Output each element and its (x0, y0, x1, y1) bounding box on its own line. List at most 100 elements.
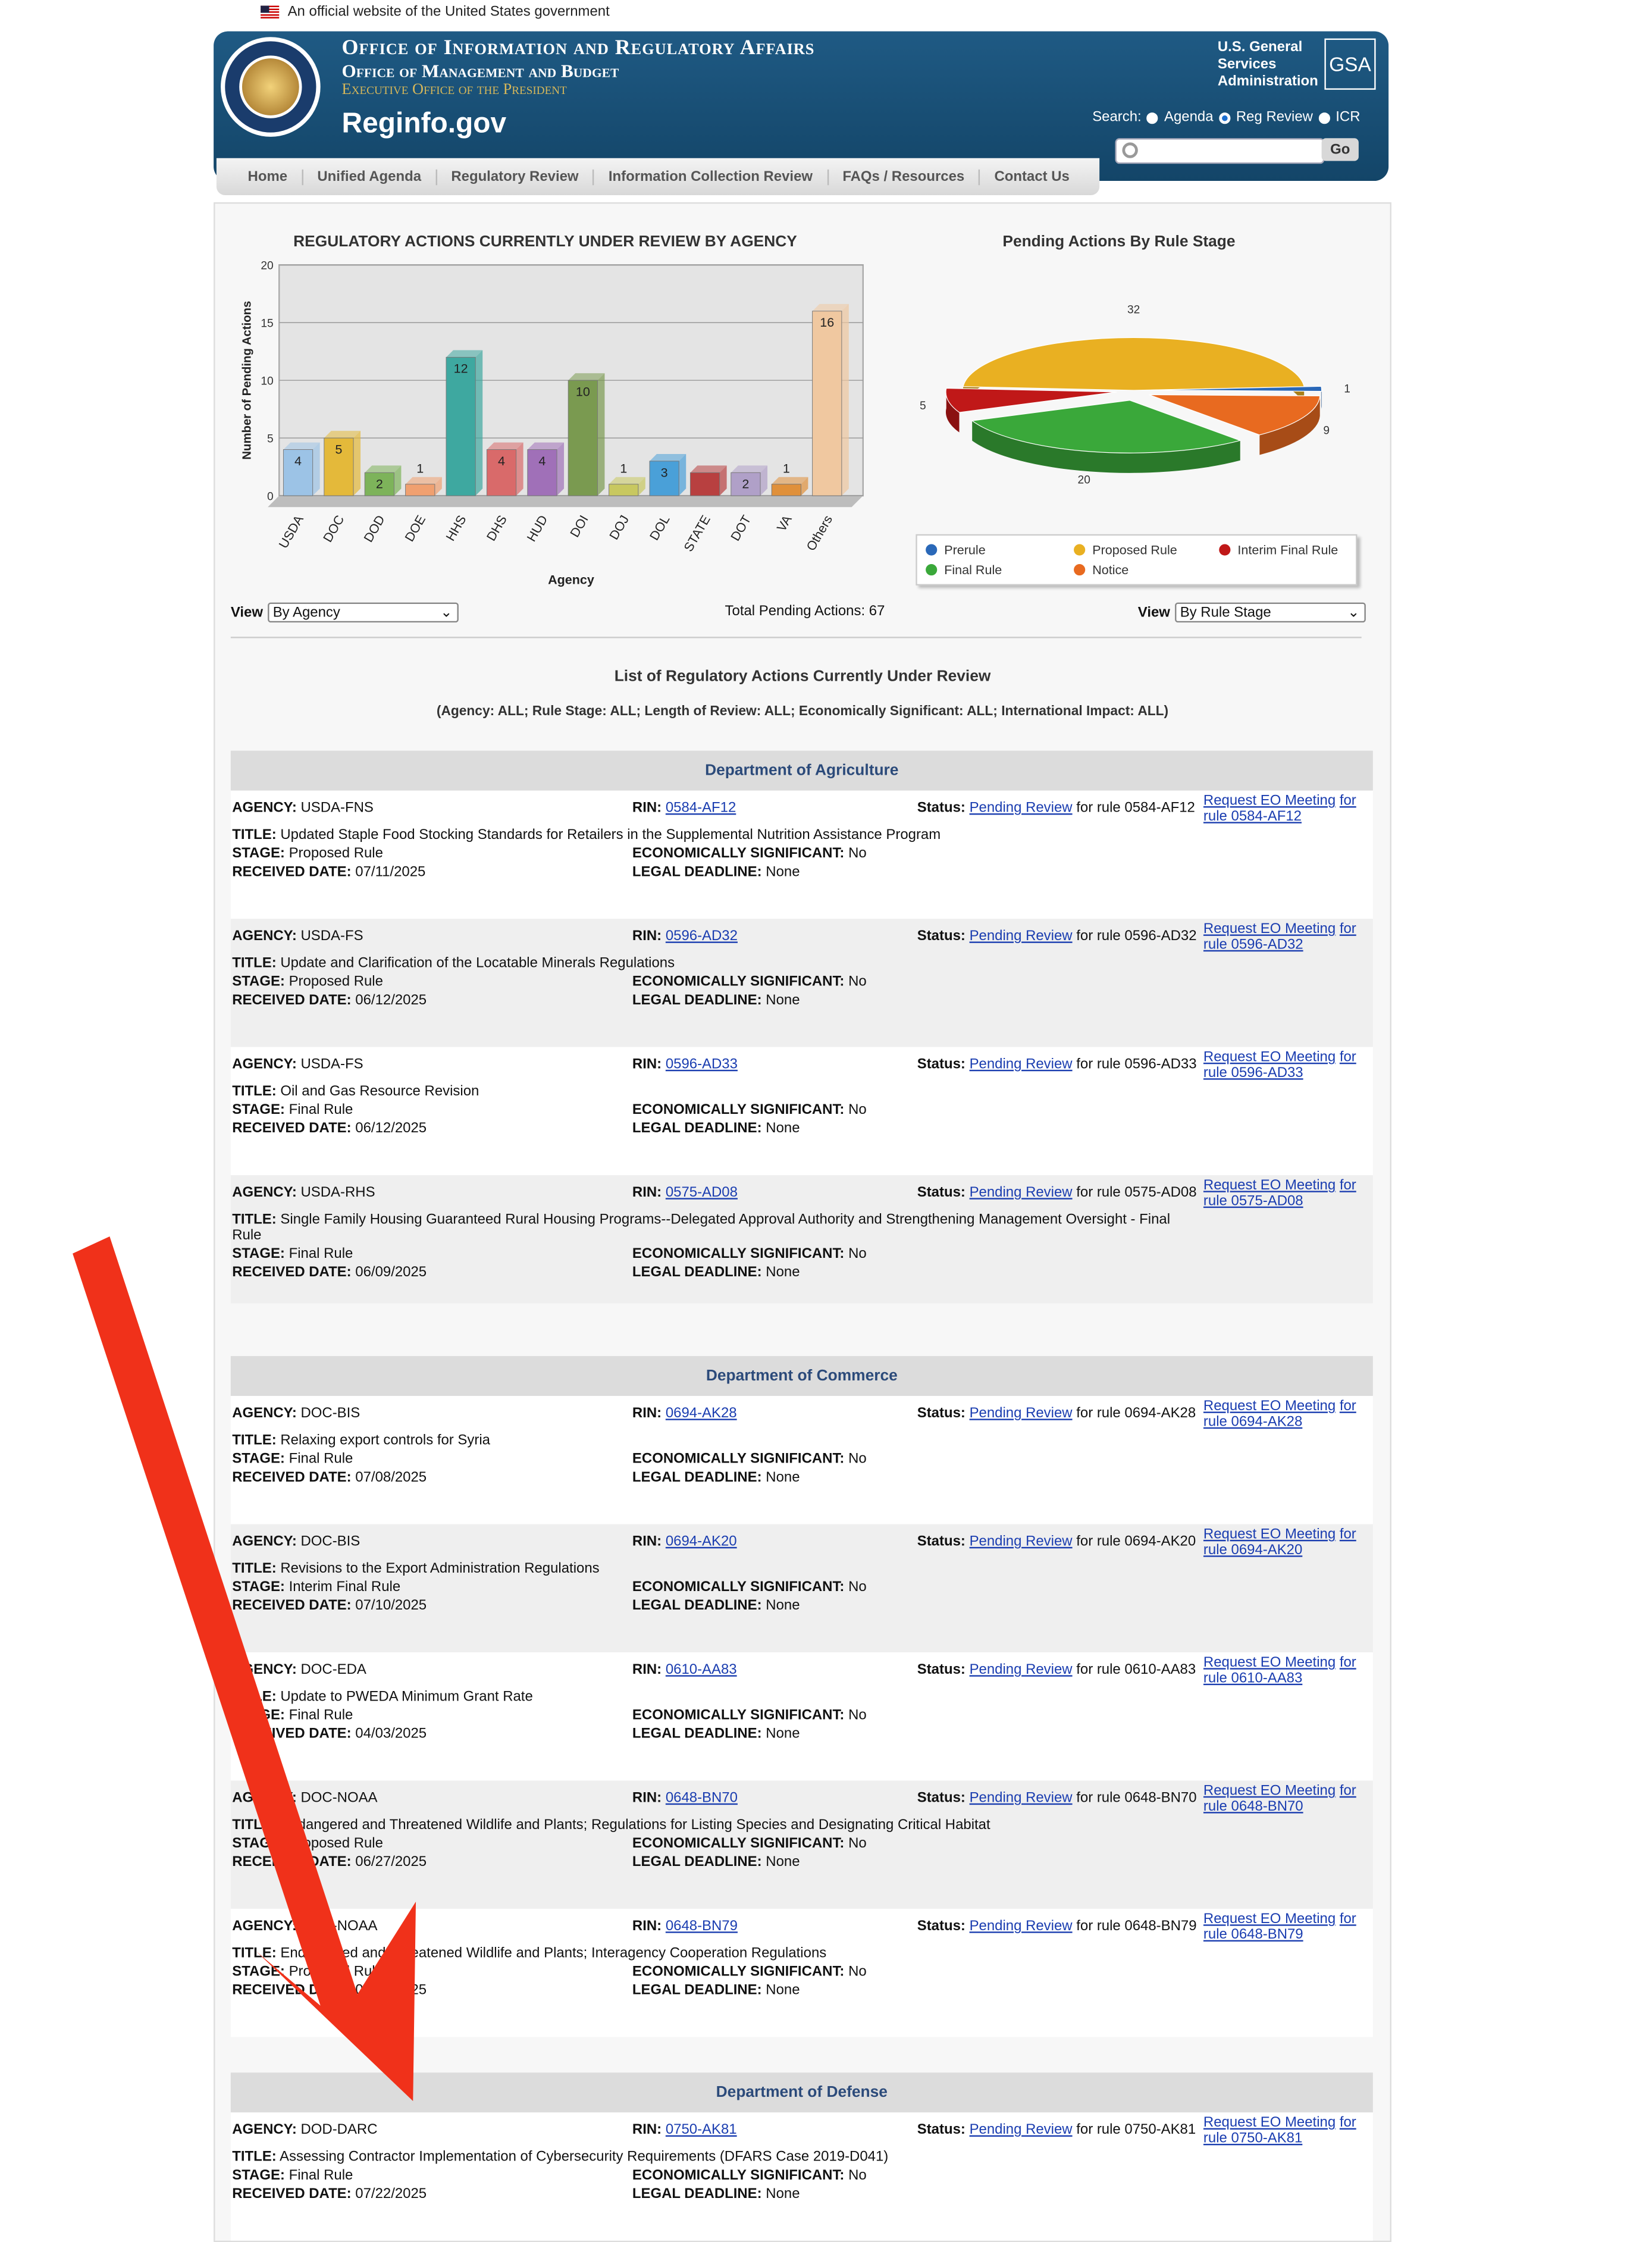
site-logo-link[interactable]: Reginfo.gov (342, 108, 507, 141)
title-field: TITLE: Updated Staple Food Stocking Stan… (232, 827, 941, 844)
status-field: Status: Pending Review for rule 0596-AD3… (917, 928, 1197, 945)
bar-hhs[interactable] (446, 356, 476, 496)
stage-field: STAGE: Final Rule (232, 1102, 353, 1119)
pending-review-link[interactable]: Pending Review (970, 929, 1073, 944)
y-tick-label: 10 (261, 375, 273, 387)
legal-deadline-field: LEGAL DEADLINE: None (632, 2186, 800, 2203)
legend-prerule: Prerule (926, 543, 986, 557)
pending-review-link[interactable]: Pending Review (970, 1790, 1073, 1806)
exec-office-label: Executive Office of the President (341, 81, 567, 99)
regulatory-action-row: AGENCY: USDA-FNS RIN: 0584-AF12 Status: Pe… (230, 790, 1373, 919)
gov-banner: An official website of the United States… (261, 4, 610, 20)
request-eo-meeting-link[interactable]: Request EO Meeting for rule 0610-AA83 (1203, 1655, 1360, 1687)
pending-review-link[interactable]: Pending Review (970, 1185, 1073, 1201)
radio-reg-review[interactable] (1219, 111, 1231, 124)
request-eo-meeting-link[interactable]: Request EO Meeting for rule 0596-AD33 (1203, 1050, 1360, 1081)
page: An official website of the United States… (0, 0, 1652, 2242)
pie-legend: Prerule Proposed Rule Interim Final Rule… (916, 534, 1358, 585)
radio-icr[interactable] (1318, 111, 1330, 124)
search-input[interactable] (1115, 138, 1325, 164)
econ-significant-field: ECONOMICALLY SIGNIFICANT: No (632, 1964, 867, 1980)
econ-significant-field: ECONOMICALLY SIGNIFICANT: No (632, 1451, 867, 1467)
bar-va[interactable] (771, 484, 801, 496)
rin-link[interactable]: 0648-BN79 (666, 1919, 738, 1934)
pie-value-label: 1 (1344, 383, 1350, 396)
rin-link[interactable]: 0648-BN70 (666, 1790, 738, 1806)
legal-deadline-field: LEGAL DEADLINE: None (632, 865, 800, 881)
request-eo-meeting-link[interactable]: Request EO Meeting for rule 0750-AK81 (1203, 2115, 1360, 2147)
request-eo-meeting-link[interactable]: Request EO Meeting for rule 0596-AD32 (1203, 922, 1360, 953)
bar-value-label: 2 (742, 477, 749, 491)
bar-value-label: 1 (620, 462, 627, 476)
office-subtitle: Office of Management and Budget (341, 60, 619, 82)
request-eo-meeting-link[interactable]: Request EO Meeting for rule 0648-BN70 (1203, 1783, 1360, 1815)
received-date-field: RECEIVED DATE: 06/12/2025 (232, 992, 427, 1009)
pending-review-link[interactable]: Pending Review (970, 1534, 1073, 1549)
rin-link[interactable]: 0694-AK20 (666, 1534, 737, 1549)
bar-doe[interactable] (405, 484, 435, 496)
rin-link[interactable]: 0596-AD33 (666, 1057, 738, 1072)
bar-value-label: 4 (294, 454, 302, 468)
bar-side (679, 453, 686, 496)
rin-link[interactable]: 0575-AD08 (666, 1185, 738, 1201)
pending-review-link[interactable]: Pending Review (970, 1406, 1073, 1421)
title-field: TITLE: Relaxing export controls for Syri… (232, 1433, 490, 1449)
stage-field: STAGE: Final Rule (232, 1246, 353, 1263)
legal-deadline-field: LEGAL DEADLINE: None (632, 1854, 800, 1871)
stage-field: STAGE: Proposed Rule (232, 1836, 383, 1852)
bar-doj[interactable] (609, 484, 639, 496)
pending-review-link[interactable]: Pending Review (970, 1662, 1073, 1678)
rin-link[interactable]: 0610-AA83 (666, 1662, 737, 1678)
nav-home[interactable]: Home (217, 168, 303, 185)
received-date-field: RECEIVED DATE: 07/11/2025 (232, 865, 426, 881)
pie-value-label: 32 (1127, 304, 1140, 317)
bar-side (516, 442, 524, 496)
pie-slice-proposed-rule[interactable] (963, 337, 1305, 391)
request-eo-meeting-link[interactable]: Request EO Meeting for rule 0648-BN79 (1203, 1912, 1360, 1943)
pending-review-link[interactable]: Pending Review (970, 2122, 1073, 2138)
rin-link[interactable]: 0750-AK81 (666, 2122, 737, 2138)
x-axis-label: Agency (548, 573, 594, 587)
request-eo-meeting-link[interactable]: Request EO Meeting for rule 0575-AD08 (1203, 1178, 1360, 1210)
nav-unified-agenda[interactable]: Unified Agenda (303, 168, 437, 185)
nav-contact-us[interactable]: Contact Us (980, 169, 1084, 184)
request-eo-meeting-link[interactable]: Request EO Meeting for rule 0694-AK20 (1203, 1527, 1360, 1558)
go-button[interactable]: Go (1321, 138, 1359, 161)
radio-agenda-label: Agenda (1164, 109, 1214, 126)
rin-link[interactable]: 0584-AF12 (666, 800, 736, 816)
pending-review-link[interactable]: Pending Review (970, 1919, 1073, 1934)
rin-link[interactable]: 0596-AD32 (666, 929, 738, 944)
x-tick-label: DOI (568, 513, 591, 540)
x-tick-label: USDA (276, 512, 306, 550)
agency-view-select[interactable]: By Agency ⌄ (267, 602, 458, 623)
rin-field: RIN: 0584-AF12 (632, 800, 736, 816)
stage-field: STAGE: Final Rule (232, 1451, 353, 1467)
search-label: Search: (1092, 109, 1142, 126)
title-field: TITLE: Endangered and Threatened Wildlif… (232, 1946, 827, 1962)
legal-deadline-field: LEGAL DEADLINE: None (632, 1264, 800, 1281)
received-date-field: RECEIVED DATE: 07/22/2025 (232, 2186, 427, 2203)
gsa-logo[interactable]: GSA (1324, 38, 1376, 90)
nav-faqs-resources[interactable]: FAQs / Resources (828, 168, 980, 185)
pending-review-link[interactable]: Pending Review (970, 800, 1073, 816)
agency-view-control: View By Agency ⌄ (231, 602, 458, 623)
radio-agenda[interactable] (1147, 111, 1159, 124)
bar-side (312, 442, 320, 496)
department-header: Department of Commerce (230, 1356, 1373, 1396)
request-eo-meeting-link[interactable]: Request EO Meeting for rule 0584-AF12 (1203, 793, 1360, 825)
x-tick-label: DHS (484, 513, 510, 543)
bar-others[interactable] (812, 311, 842, 496)
pending-review-link[interactable]: Pending Review (970, 1057, 1073, 1072)
list-title: List of Regulatory Actions Currently Und… (614, 668, 991, 685)
request-eo-meeting-link[interactable]: Request EO Meeting for rule 0694-AK28 (1203, 1399, 1360, 1430)
x-tick-label: DOC (321, 513, 347, 544)
nav-information-collection-review[interactable]: Information Collection Review (594, 168, 829, 185)
rin-link[interactable]: 0694-AK28 (666, 1406, 737, 1421)
regulatory-action-row: AGENCY: USDA-FS RIN: 0596-AD33 Status: Pen… (230, 1047, 1373, 1176)
presidential-seal-icon (221, 37, 321, 137)
stage-view-select[interactable]: By Rule Stage ⌄ (1174, 602, 1365, 623)
regulatory-action-row: AGENCY: DOC-BIS RIN: 0694-AK28 Status: Pen… (230, 1396, 1373, 1524)
bar-state[interactable] (689, 472, 720, 496)
agency-field: AGENCY: USDA-FS (232, 928, 363, 945)
nav-regulatory-review[interactable]: Regulatory Review (437, 168, 594, 185)
